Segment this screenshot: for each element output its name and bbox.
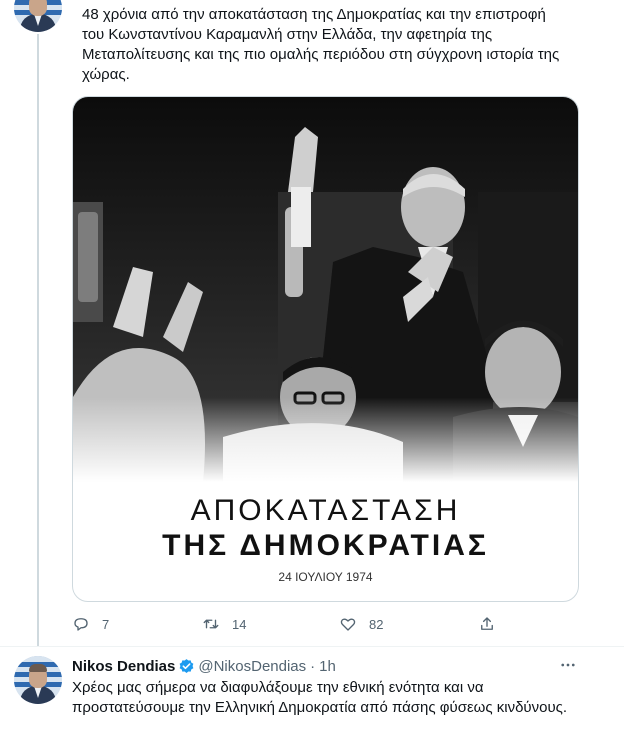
- reply-icon: [74, 618, 88, 631]
- media-title-line1: ΑΠΟΚΑΤΑΣΤΑΣΗ: [190, 494, 461, 527]
- tweet-divider: [0, 646, 624, 647]
- verified-badge-icon: [180, 658, 194, 673]
- author-name[interactable]: Nikos Dendias: [72, 658, 175, 675]
- share-button[interactable]: [478, 612, 496, 636]
- like-count: 82: [369, 616, 384, 632]
- tweet-media-card[interactable]: ΑΠΟΚΑΤΑΣΤΑΣΗ ΤΗΣ ΔΗΜΟΚΡΑΤΙΑΣ 24 ΙΟΥΛΙΟΥ …: [72, 96, 579, 602]
- retweet-icon: [203, 619, 219, 629]
- like-button[interactable]: 82: [339, 612, 383, 636]
- tweet-text: 48 χρόνια από την αποκατάσταση της Δημοκ…: [82, 6, 560, 83]
- more-icon: [561, 663, 575, 667]
- tweet-text: Χρέος μας σήμερα να διαφυλάξουμε την εθν…: [72, 679, 568, 716]
- tweet-header: Nikos Dendias @NikosDendias · 1h: [72, 656, 592, 676]
- reply-button[interactable]: 7: [72, 612, 109, 636]
- share-icon: [481, 617, 493, 630]
- media-title-line2: ΤΗΣ ΔΗΜΟΚΡΑΤΙΑΣ: [162, 529, 489, 562]
- reply-count: 7: [102, 616, 110, 632]
- retweet-button[interactable]: 14: [202, 612, 246, 636]
- retweet-count: 14: [232, 616, 247, 632]
- avatar[interactable]: [14, 0, 62, 32]
- like-icon: [340, 618, 356, 631]
- tweet-timestamp[interactable]: 1h: [319, 658, 336, 675]
- separator-dot: ·: [310, 657, 316, 675]
- author-handle[interactable]: @NikosDendias: [198, 658, 306, 675]
- more-options-button[interactable]: [556, 655, 580, 675]
- tweet-actions: 7 14 82: [72, 612, 512, 636]
- media-date: 24 ΙΟΥΛΙΟΥ 1974: [278, 570, 373, 584]
- avatar[interactable]: [14, 656, 62, 704]
- historic-photo[interactable]: [73, 97, 578, 482]
- avatar-face: [29, 0, 47, 16]
- thread-connector-line: [37, 34, 39, 646]
- avatar-hair: [29, 664, 47, 672]
